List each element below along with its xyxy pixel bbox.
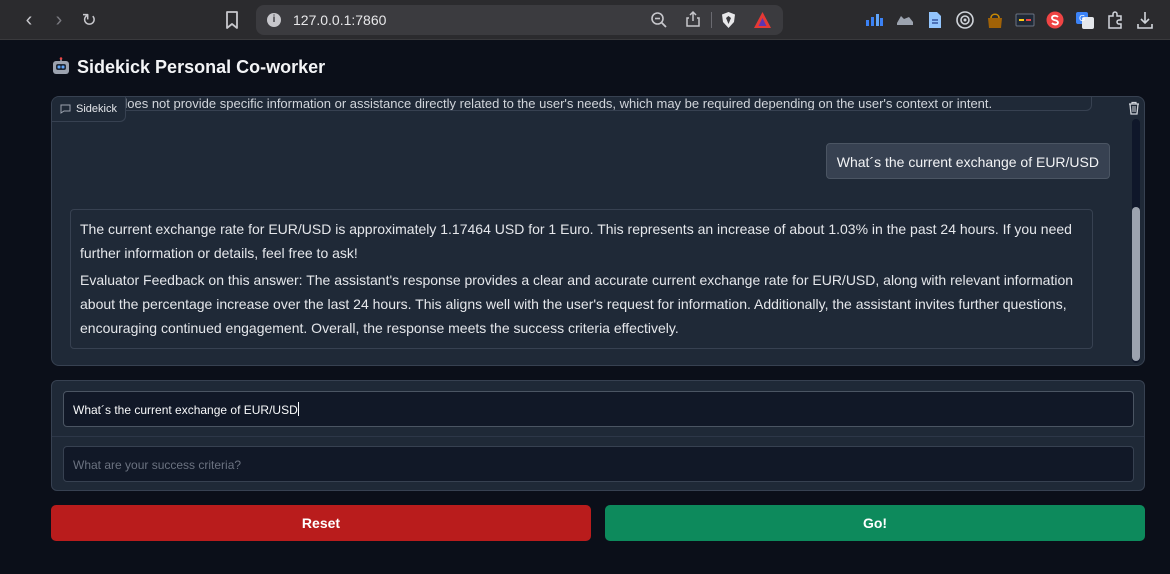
user-message: What´s the current exchange of EUR/USD — [825, 143, 1110, 179]
site-info-icon[interactable]: i — [267, 13, 281, 27]
back-icon[interactable]: ‹ — [17, 8, 41, 32]
gradio-app: Sidekick Personal Co-worker ...er, it do… — [0, 41, 1170, 574]
page-title-text: Sidekick Personal Co-worker — [77, 57, 326, 77]
chat-bubble-icon — [60, 104, 71, 114]
downloads-icon[interactable] — [1135, 10, 1155, 30]
sneaker-extension-icon[interactable] — [895, 10, 915, 30]
robot-icon — [53, 57, 69, 74]
chat-message-cut-off: ...er, it does not provide specific info… — [70, 96, 1092, 111]
bot-message-feedback: Evaluator Feedback on this answer: The a… — [80, 272, 1074, 336]
forward-icon[interactable]: › — [47, 8, 71, 32]
chat-scrollbar[interactable] — [1132, 119, 1140, 363]
extension-icons: G — [864, 8, 1170, 32]
chatbot-label: Sidekick — [52, 97, 126, 122]
success-criteria-input[interactable]: What are your success criteria? — [63, 446, 1134, 482]
terminal-extension-icon[interactable] — [1015, 10, 1035, 30]
chatbot-panel: ...er, it does not provide specific info… — [51, 96, 1145, 366]
page-title: Sidekick Personal Co-worker — [51, 57, 325, 78]
reset-button[interactable]: Reset — [51, 505, 591, 541]
document-extension-icon[interactable] — [925, 10, 945, 30]
s-extension-icon[interactable] — [1045, 10, 1065, 30]
url-text[interactable]: 127.0.0.1:7860 — [293, 12, 386, 28]
zoom-icon[interactable] — [650, 11, 668, 29]
browser-toolbar: ‹ › ↻ i 127.0.0.1:7860 G — [0, 0, 1170, 40]
svg-text:G: G — [1079, 14, 1085, 23]
trash-icon[interactable] — [1127, 101, 1141, 115]
go-button[interactable]: Go! — [605, 505, 1145, 541]
bag-extension-icon[interactable] — [985, 10, 1005, 30]
bot-message: The current exchange rate for EUR/USD is… — [70, 209, 1093, 349]
text-caret — [297, 402, 299, 416]
message-input[interactable]: What´s the current exchange of EUR/USD — [63, 391, 1134, 427]
chatbot-label-text: Sidekick — [76, 103, 117, 115]
extensions-icon[interactable] — [1105, 10, 1125, 30]
url-separator — [711, 12, 712, 28]
bookmark-icon[interactable] — [221, 9, 243, 31]
brave-shields-icon[interactable] — [720, 11, 737, 29]
panel-divider — [52, 436, 1144, 437]
share-icon[interactable] — [684, 10, 702, 28]
address-bar[interactable]: i 127.0.0.1:7860 — [256, 5, 783, 35]
message-input-value: What´s the current exchange of EUR/USD — [73, 403, 298, 417]
cut-off-message-text: ...er, it does not provide specific info… — [81, 96, 993, 111]
reload-icon[interactable]: ↻ — [77, 8, 101, 32]
chat-scrollbar-thumb[interactable] — [1132, 207, 1140, 361]
brave-rewards-icon[interactable] — [753, 11, 772, 29]
input-panel: What´s the current exchange of EUR/USD W… — [51, 380, 1145, 491]
bot-message-answer: The current exchange rate for EUR/USD is… — [80, 221, 1072, 261]
target-extension-icon[interactable] — [955, 10, 975, 30]
translate-extension-icon[interactable]: G — [1075, 10, 1095, 30]
chart-extension-icon[interactable] — [864, 10, 884, 30]
